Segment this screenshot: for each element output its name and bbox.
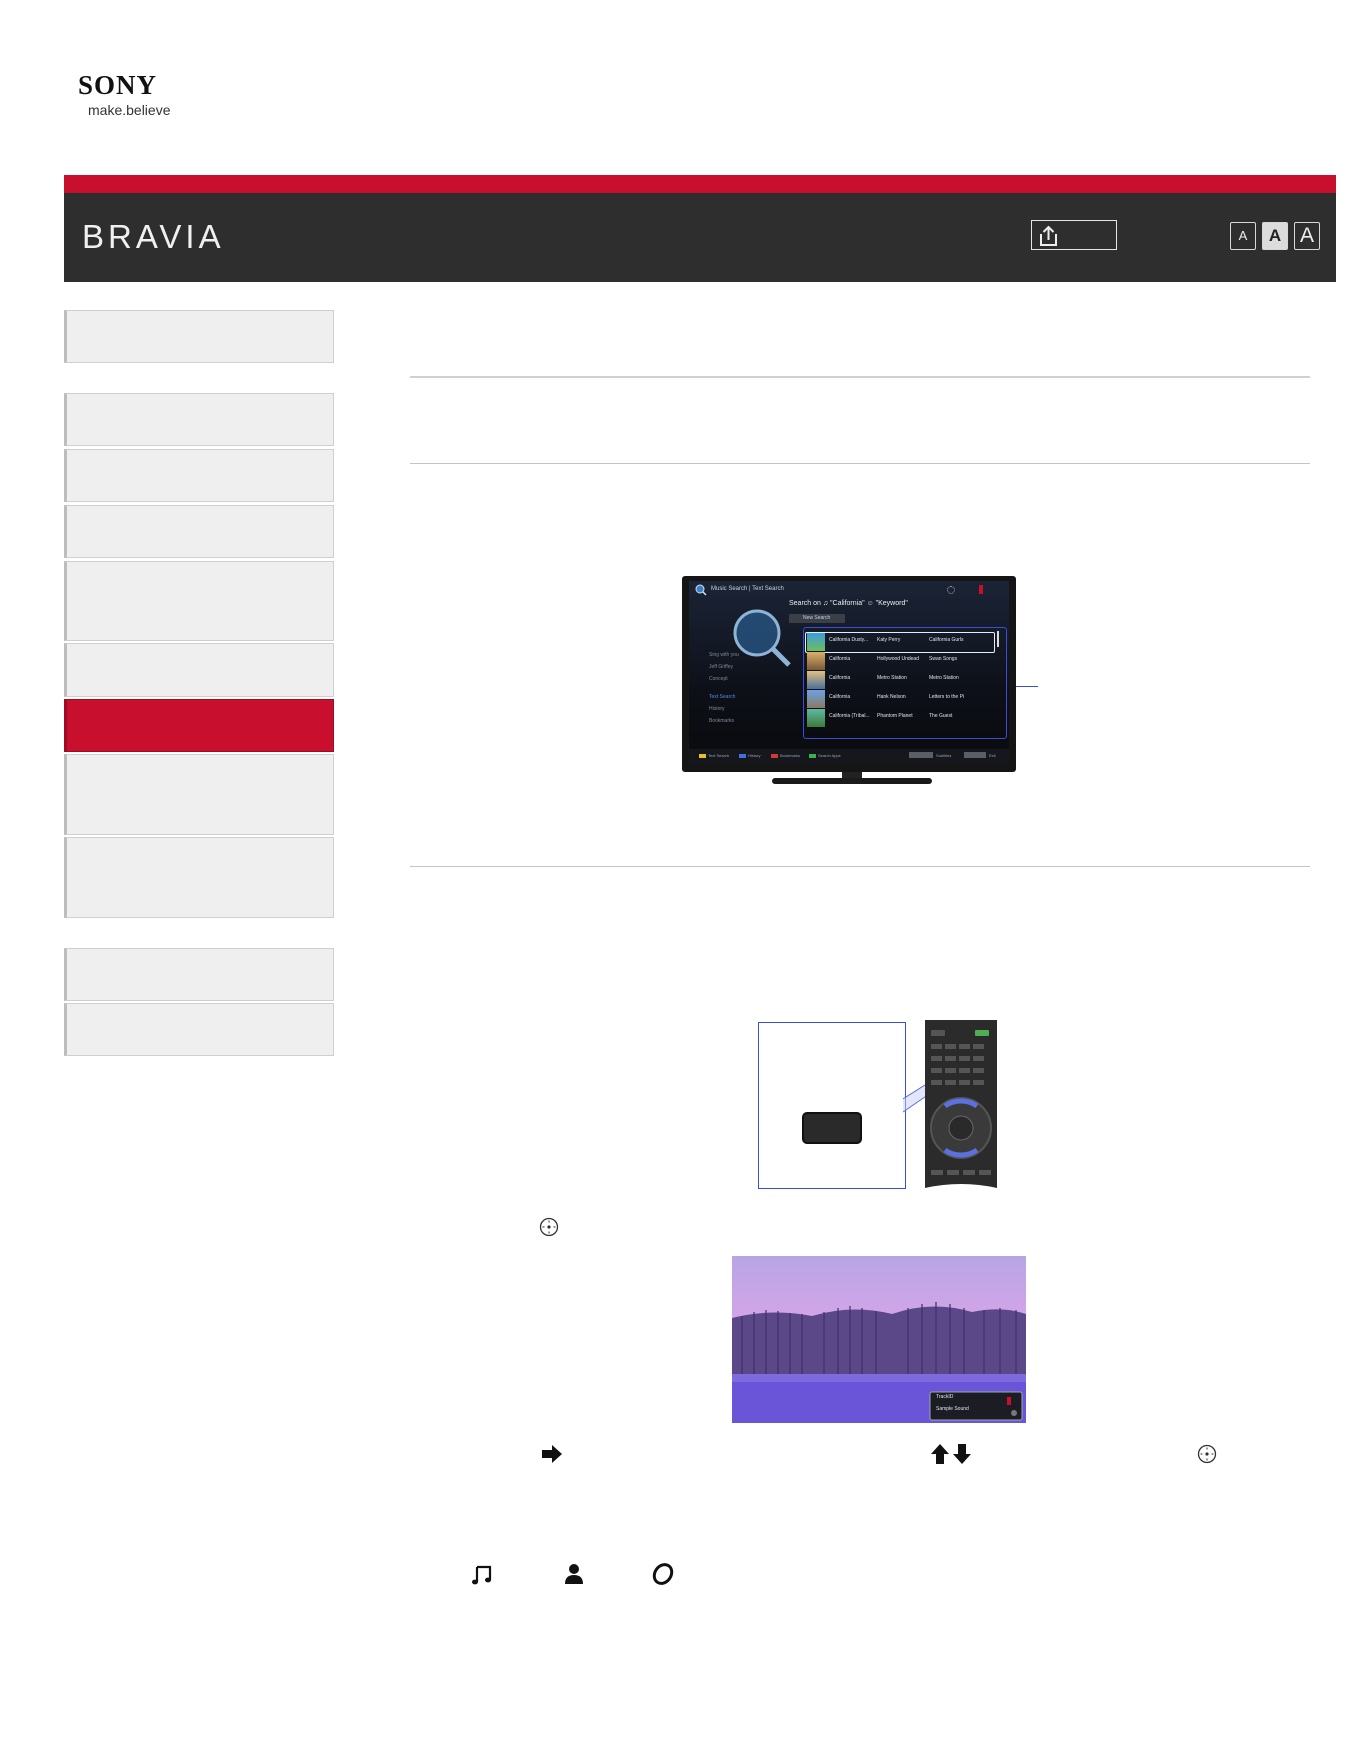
sidebar-item[interactable] bbox=[64, 948, 334, 1001]
tv-stand bbox=[772, 772, 932, 784]
sidebar-item[interactable] bbox=[64, 837, 334, 918]
sidebar-item-top[interactable] bbox=[64, 310, 334, 363]
brand-name: SONY bbox=[78, 70, 158, 100]
sony-logo: SONY make.believe bbox=[78, 70, 198, 119]
sidebar-item[interactable] bbox=[64, 754, 334, 835]
screen-footer bbox=[689, 749, 1009, 764]
green-key-icon bbox=[809, 754, 816, 758]
footer-item: Text Search bbox=[708, 753, 730, 758]
yellow-key-icon bbox=[699, 754, 706, 758]
font-size-large-button[interactable]: A bbox=[1294, 222, 1320, 250]
result-album: The Guest bbox=[929, 713, 953, 719]
result-thumbnail bbox=[807, 633, 825, 651]
new-search-button: New Search bbox=[789, 614, 845, 623]
share-button[interactable] bbox=[1031, 220, 1117, 250]
landscape-photo-illustration bbox=[732, 1256, 1026, 1423]
result-album: California Gurls bbox=[929, 637, 964, 643]
remote-control-illustration bbox=[925, 1020, 997, 1188]
footer-item: History bbox=[748, 753, 761, 758]
new-search-label: New Search bbox=[803, 615, 831, 621]
screen-menu-item: Jeff Griffey bbox=[709, 664, 733, 670]
screen-menu-item: Concept bbox=[709, 676, 728, 682]
result-thumbnail bbox=[807, 709, 825, 727]
result-album: Letters to the Pi bbox=[929, 694, 965, 700]
blue-key-icon bbox=[739, 754, 746, 758]
remote-button-closeup bbox=[802, 1112, 862, 1144]
screen-menu-item: Bookmarks bbox=[709, 718, 735, 724]
screen-query: Search on ♫ "California" ☺ "Keyword" bbox=[789, 600, 908, 607]
result-artist: Hank Nelson bbox=[877, 694, 906, 700]
remote-zoom-box bbox=[758, 1022, 906, 1189]
sidebar-item[interactable] bbox=[64, 393, 334, 446]
result-album: Swan Songs bbox=[929, 656, 958, 662]
result-artist: Phantom Planet bbox=[877, 713, 913, 719]
footer-item: Exit bbox=[989, 753, 996, 758]
footer-item: Bookmarks bbox=[780, 753, 801, 758]
person-icon bbox=[565, 1564, 583, 1584]
search-app-icon bbox=[695, 584, 707, 596]
sidebar-item[interactable] bbox=[64, 1003, 334, 1056]
section-divider bbox=[410, 463, 1310, 464]
screen-menu-item-active: Text Search bbox=[709, 694, 736, 700]
loading-icon bbox=[947, 586, 955, 594]
result-row: California Metro Station Metro Station bbox=[807, 671, 1003, 689]
screen-menu-item: Sing with you bbox=[709, 652, 739, 658]
result-row: California (Tribal... Phantom Planet The… bbox=[807, 709, 1003, 727]
result-title: California (Tribal... bbox=[829, 713, 870, 719]
footer-item: Subtitles bbox=[936, 753, 952, 758]
album-disc-icon bbox=[652, 1563, 674, 1585]
callout-line bbox=[1016, 686, 1038, 687]
footer-key-badge bbox=[909, 752, 933, 758]
result-thumbnail bbox=[807, 652, 825, 670]
sidebar-item[interactable] bbox=[64, 505, 334, 558]
product-title: BRAVIA bbox=[82, 218, 225, 255]
result-artist: Hollywood Undead bbox=[877, 656, 919, 662]
red-key-icon bbox=[771, 754, 778, 758]
enter-circle-icon bbox=[1197, 1444, 1217, 1464]
title-divider bbox=[410, 376, 1310, 378]
screen-app-title: Music Search | Text Search bbox=[711, 586, 784, 592]
result-title: California bbox=[829, 694, 851, 700]
header-bar bbox=[64, 193, 1336, 282]
footer-key-badge bbox=[964, 752, 986, 758]
font-size-medium-button[interactable]: A bbox=[1262, 222, 1288, 250]
result-album: Metro Station bbox=[929, 675, 959, 681]
tv-illustration: Music Search | Text Search Search on ♫ "… bbox=[682, 576, 1016, 772]
result-thumbnail bbox=[807, 690, 825, 708]
header-accent-bar bbox=[64, 175, 1336, 193]
sidebar-item[interactable] bbox=[64, 643, 334, 697]
result-thumbnail bbox=[807, 671, 825, 689]
enter-circle-icon bbox=[539, 1217, 559, 1237]
arrow-up-down-icon bbox=[931, 1444, 971, 1464]
brand-tagline: make.believe bbox=[88, 102, 171, 118]
sidebar-item-active[interactable] bbox=[64, 699, 334, 752]
result-title: California bbox=[829, 675, 851, 681]
result-artist: Katy Perry bbox=[877, 637, 901, 643]
result-title: California Dusty... bbox=[829, 637, 869, 643]
result-title: California bbox=[829, 656, 851, 662]
photo-overlay-subtitle: Sample Sound bbox=[936, 1406, 969, 1412]
sidebar-item[interactable] bbox=[64, 449, 334, 502]
result-row: California Dusty... Katy Perry Californi… bbox=[807, 633, 1003, 651]
footer-item: Search Apps bbox=[818, 753, 841, 758]
arrow-right-icon bbox=[542, 1445, 562, 1463]
result-row: California Hollywood Undead Swan Songs bbox=[807, 652, 1003, 670]
sony-indicator-icon bbox=[979, 585, 983, 594]
result-artist: Metro Station bbox=[877, 675, 907, 681]
screen-menu-item: History bbox=[709, 706, 725, 712]
share-icon bbox=[1040, 225, 1057, 246]
photo-overlay-title: TrackID bbox=[936, 1394, 954, 1400]
music-note-icon bbox=[472, 1565, 492, 1585]
sidebar-item[interactable] bbox=[64, 561, 334, 641]
section-divider bbox=[410, 866, 1310, 867]
tv-screen: Music Search | Text Search Search on ♫ "… bbox=[689, 581, 1009, 764]
result-row: California Hank Nelson Letters to the Pi bbox=[807, 690, 1003, 708]
font-size-small-button[interactable]: A bbox=[1230, 222, 1256, 250]
